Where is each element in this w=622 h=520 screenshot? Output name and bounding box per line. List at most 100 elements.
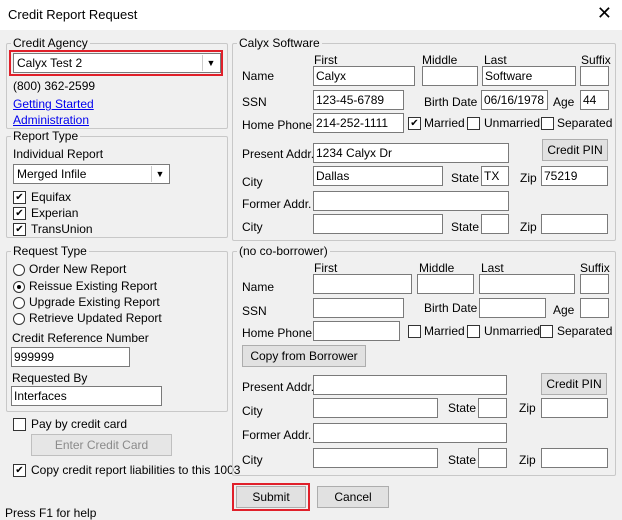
borrower-former-state-input[interactable] (481, 214, 509, 234)
co-zip-label: Zip (519, 401, 536, 415)
coborrower-former-zip-input[interactable] (541, 448, 608, 468)
reissue-existing-radio[interactable] (13, 281, 25, 293)
borrower-married-checkbox[interactable]: ✔ (408, 117, 421, 130)
borrower-middle-input[interactable] (422, 66, 478, 86)
coborrower-former-state-input[interactable] (478, 448, 507, 468)
co-present-addr-label: Present Addr. (242, 380, 315, 394)
administration-link[interactable]: Administration (13, 113, 89, 127)
upgrade-existing-radio[interactable] (13, 297, 25, 309)
coborrower-city-input[interactable] (313, 398, 438, 418)
borrower-unmarried-checkbox[interactable] (467, 117, 480, 130)
retrieve-updated-radio[interactable] (13, 313, 25, 325)
coborrower-zip-input[interactable] (541, 398, 608, 418)
borrower-birth-date-input[interactable]: 06/16/1978 (481, 90, 548, 110)
requested-by-label: Requested By (12, 371, 88, 385)
borrower-first-input[interactable]: Calyx (313, 66, 415, 86)
borrower-present-addr-input[interactable]: 1234 Calyx Dr (313, 143, 509, 163)
agency-phone: (800) 362-2599 (13, 79, 96, 93)
co-last-header: Last (481, 261, 504, 275)
city-label: City (242, 175, 263, 189)
coborrower-last-input[interactable] (479, 274, 575, 294)
borrower-zip-input[interactable]: 75219 (541, 166, 608, 186)
former-addr-label: Former Addr. (242, 197, 312, 211)
borrower-separated-checkbox[interactable] (541, 117, 554, 130)
requested-by-input[interactable]: Interfaces (11, 386, 162, 406)
borrower-former-addr-input[interactable] (313, 191, 509, 211)
pay-by-card-checkbox[interactable] (13, 418, 26, 431)
borrower-age-input[interactable]: 44 (580, 90, 609, 110)
co-unmarried-label: Unmarried (484, 324, 541, 338)
co-birth-date-label: Birth Date (424, 301, 478, 315)
coborrower-former-city-input[interactable] (313, 448, 438, 468)
middle-header: Middle (422, 53, 458, 67)
enter-credit-card-button[interactable]: Enter Credit Card (31, 434, 172, 456)
ssn-label: SSN (242, 95, 267, 109)
former-zip-label: Zip (520, 220, 537, 234)
order-new-radio[interactable] (13, 264, 25, 276)
experian-checkbox[interactable]: ✔ (13, 207, 26, 220)
upgrade-existing-label: Upgrade Existing Report (29, 295, 160, 309)
former-city-label: City (242, 220, 263, 234)
coborrower-unmarried-checkbox[interactable] (467, 325, 480, 338)
coborrower-suffix-input[interactable] (580, 274, 609, 294)
coborrower-former-addr-input[interactable] (313, 423, 507, 443)
age-label: Age (553, 95, 575, 109)
borrower-home-phone-input[interactable]: 214-252-1111 (313, 113, 404, 133)
copy-from-borrower-button[interactable]: Copy from Borrower (242, 345, 366, 367)
close-icon[interactable]: ✕ (597, 3, 612, 23)
borrower-state-input[interactable]: TX (481, 166, 509, 186)
co-ssn-label: SSN (242, 304, 267, 318)
order-new-label: Order New Report (29, 262, 127, 276)
coborrower-state-input[interactable] (478, 398, 507, 418)
individual-report-label: Individual Report (13, 147, 104, 161)
present-addr-label: Present Addr. (242, 147, 315, 161)
borrower-former-city-input[interactable] (313, 214, 443, 234)
coborrower-ssn-input[interactable] (313, 298, 404, 318)
co-married-label: Married (424, 324, 465, 338)
equifax-checkbox[interactable]: ✔ (13, 191, 26, 204)
coborrower-middle-input[interactable] (417, 274, 474, 294)
cancel-button[interactable]: Cancel (317, 486, 389, 508)
borrower-last-input[interactable]: Software (482, 66, 576, 86)
co-former-city-label: City (242, 453, 263, 467)
co-separated-label: Separated (557, 324, 613, 338)
co-age-label: Age (553, 303, 575, 317)
help-hint: Press F1 for help (5, 506, 97, 520)
borrower-suffix-input[interactable] (580, 66, 609, 86)
co-home-phone-label: Home Phone (242, 326, 313, 340)
credit-reference-label: Credit Reference Number (12, 331, 149, 345)
co-middle-header: Middle (419, 261, 455, 275)
co-state-label: State (448, 401, 477, 415)
coborrower-present-addr-input[interactable] (313, 375, 507, 395)
coborrower-first-input[interactable] (313, 274, 412, 294)
experian-label: Experian (31, 206, 79, 220)
equifax-label: Equifax (31, 190, 72, 204)
report-type-select[interactable]: Merged Infile ▼ (13, 164, 170, 184)
coborrower-married-checkbox[interactable] (408, 325, 421, 338)
coborrower-birth-date-input[interactable] (479, 298, 546, 318)
pay-by-card-label: Pay by credit card (31, 417, 128, 431)
borrower-former-zip-input[interactable] (541, 214, 608, 234)
borrower-ssn-input[interactable]: 123-45-6789 (313, 90, 404, 110)
transunion-label: TransUnion (31, 222, 93, 236)
coborrower-credit-pin-button[interactable]: Credit PIN (541, 373, 607, 395)
reissue-existing-label: Reissue Existing Report (29, 279, 158, 293)
credit-reference-input[interactable]: 999999 (11, 347, 130, 367)
co-city-label: City (242, 404, 263, 418)
coborrower-home-phone-input[interactable] (313, 321, 400, 341)
coborrower-age-input[interactable] (580, 298, 609, 318)
suffix-header: Suffix (581, 53, 611, 67)
copy-liabilities-checkbox[interactable]: ✔ (13, 464, 26, 477)
borrower-credit-pin-button[interactable]: Credit PIN (542, 139, 608, 161)
getting-started-link[interactable]: Getting Started (13, 97, 94, 111)
coborrower-separated-checkbox[interactable] (540, 325, 553, 338)
chevron-down-icon[interactable]: ▼ (151, 166, 168, 182)
window-title: Credit Report Request (8, 7, 138, 22)
birth-date-label: Birth Date (424, 95, 478, 109)
married-label: Married (424, 116, 465, 130)
transunion-checkbox[interactable]: ✔ (13, 223, 26, 236)
co-name-label: Name (242, 280, 275, 294)
borrower-city-input[interactable]: Dallas (313, 166, 443, 186)
request-type-legend: Request Type (13, 244, 87, 258)
co-suffix-header: Suffix (580, 261, 610, 275)
